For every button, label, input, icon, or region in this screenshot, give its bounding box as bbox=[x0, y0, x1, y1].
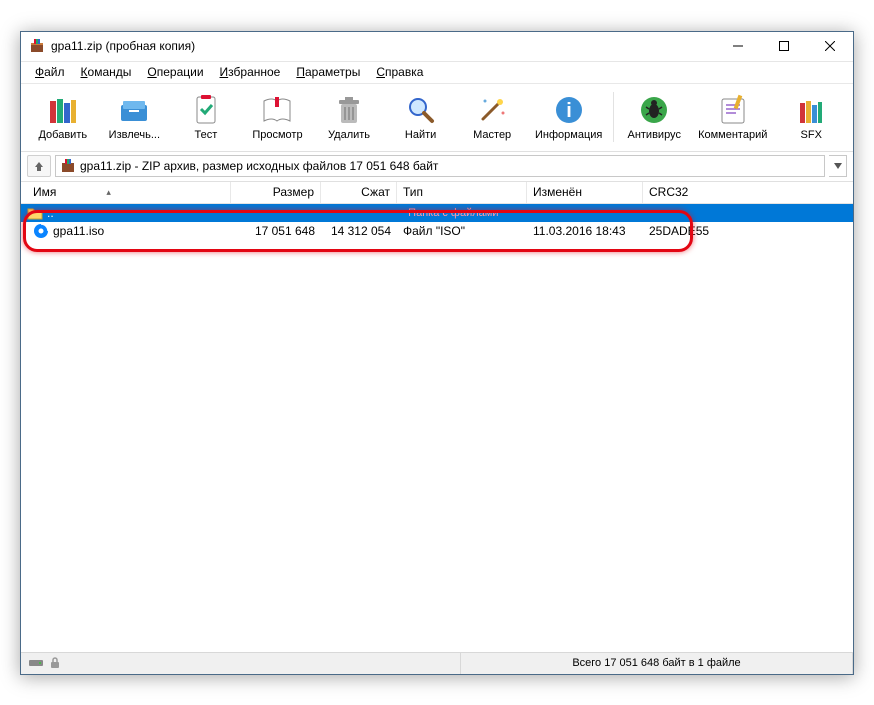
menu-operations-label: перации bbox=[157, 65, 204, 79]
status-left bbox=[21, 653, 461, 674]
info-label: Информация bbox=[535, 129, 602, 141]
menu-help[interactable]: Справка bbox=[368, 63, 431, 81]
folder-up-icon bbox=[27, 205, 43, 221]
find-label: Найти bbox=[405, 129, 436, 141]
list-header: Имя ▴ Размер Сжат Тип Изменён CRC32 bbox=[21, 182, 853, 204]
file-packed: 14 312 054 bbox=[331, 224, 391, 238]
svg-text:i: i bbox=[566, 100, 572, 122]
address-text: gpa11.zip - ZIP архив, размер исходных ф… bbox=[80, 159, 438, 173]
menu-commands[interactable]: Команды bbox=[73, 63, 140, 81]
parent-folder-label: Папка с файлами bbox=[54, 207, 853, 219]
books-stack-icon bbox=[46, 93, 80, 127]
books-sfx-icon bbox=[794, 93, 828, 127]
menu-parameters[interactable]: Параметры bbox=[288, 63, 368, 81]
sfx-button[interactable]: SFX bbox=[775, 86, 847, 148]
find-button[interactable]: Найти bbox=[385, 86, 457, 148]
sfx-label: SFX bbox=[801, 129, 822, 141]
chevron-down-icon bbox=[834, 163, 842, 169]
file-list[interactable]: .. Папка с файлами gpa11.iso 17 051 648 … bbox=[21, 204, 853, 652]
drawer-icon bbox=[117, 93, 151, 127]
status-total: Всего 17 051 648 байт в 1 файле bbox=[461, 653, 853, 674]
up-button[interactable] bbox=[27, 155, 51, 177]
info-button[interactable]: i Информация bbox=[528, 86, 610, 148]
app-window: gpa11.zip (пробная копия) Файл Команды О… bbox=[20, 31, 854, 675]
iso-file-icon bbox=[33, 223, 49, 239]
address-field[interactable]: gpa11.zip - ZIP архив, размер исходных ф… bbox=[55, 155, 825, 177]
file-crc: 25DADE55 bbox=[649, 224, 709, 238]
drive-icon bbox=[29, 658, 45, 668]
comment-button[interactable]: Комментарий bbox=[690, 86, 775, 148]
file-type: Файл "ISO" bbox=[403, 224, 465, 238]
view-button[interactable]: Просмотр bbox=[242, 86, 314, 148]
close-button[interactable] bbox=[807, 32, 853, 61]
address-dropdown[interactable] bbox=[829, 155, 847, 177]
column-crc[interactable]: CRC32 bbox=[643, 182, 713, 203]
titlebar: gpa11.zip (пробная копия) bbox=[21, 32, 853, 62]
arrow-up-icon bbox=[33, 160, 45, 172]
menu-file[interactable]: Файл bbox=[27, 63, 73, 81]
delete-label: Удалить bbox=[328, 129, 370, 141]
wizard-label: Мастер bbox=[473, 129, 511, 141]
wand-icon bbox=[475, 93, 509, 127]
antivirus-label: Антивирус bbox=[627, 129, 680, 141]
file-name: gpa11.iso bbox=[53, 224, 104, 238]
column-size[interactable]: Размер bbox=[231, 182, 321, 203]
menu-operations[interactable]: Операции bbox=[139, 63, 211, 81]
view-label: Просмотр bbox=[252, 129, 302, 141]
extract-label: Извлечь... bbox=[109, 129, 160, 141]
menu-favorites[interactable]: Избранное bbox=[212, 63, 289, 81]
menu-file-label: айл bbox=[44, 65, 64, 79]
column-modified[interactable]: Изменён bbox=[527, 182, 643, 203]
antivirus-button[interactable]: Антивирус bbox=[618, 86, 690, 148]
maximize-button[interactable] bbox=[761, 32, 807, 61]
parent-dots: .. bbox=[47, 206, 54, 220]
file-modified: 11.03.2016 18:43 bbox=[533, 224, 626, 238]
archive-icon bbox=[60, 158, 76, 174]
statusbar: Всего 17 051 648 байт в 1 файле bbox=[21, 652, 853, 674]
add-label: Добавить bbox=[38, 129, 87, 141]
toolbar: Добавить Извлечь... Тест Просмотр Удалит… bbox=[21, 84, 853, 152]
bug-icon bbox=[637, 93, 671, 127]
notepad-icon bbox=[716, 93, 750, 127]
file-size: 17 051 648 bbox=[255, 224, 315, 238]
comment-label: Комментарий bbox=[698, 129, 767, 141]
extract-button[interactable]: Извлечь... bbox=[99, 86, 171, 148]
menubar: Файл Команды Операции Избранное Параметр… bbox=[21, 62, 853, 84]
clipboard-check-icon bbox=[189, 93, 223, 127]
sort-indicator-icon: ▴ bbox=[106, 187, 111, 198]
toolbar-separator bbox=[613, 92, 614, 142]
info-icon: i bbox=[552, 93, 586, 127]
app-icon bbox=[29, 38, 45, 54]
trash-icon bbox=[332, 93, 366, 127]
addressbar: gpa11.zip - ZIP архив, размер исходных ф… bbox=[21, 152, 853, 182]
wizard-button[interactable]: Мастер bbox=[456, 86, 528, 148]
lock-icon bbox=[49, 657, 61, 669]
delete-button[interactable]: Удалить bbox=[313, 86, 385, 148]
table-row[interactable]: gpa11.iso 17 051 648 14 312 054 Файл "IS… bbox=[21, 222, 853, 240]
column-type[interactable]: Тип bbox=[397, 182, 527, 203]
menu-commands-label: оманды bbox=[88, 65, 132, 79]
minimize-button[interactable] bbox=[715, 32, 761, 61]
window-title: gpa11.zip (пробная копия) bbox=[51, 39, 715, 53]
test-button[interactable]: Тест bbox=[170, 86, 242, 148]
add-button[interactable]: Добавить bbox=[27, 86, 99, 148]
menu-help-label: правка bbox=[385, 65, 423, 79]
window-controls bbox=[715, 32, 853, 61]
parent-folder-row[interactable]: .. Папка с файлами bbox=[21, 204, 853, 222]
book-open-icon bbox=[260, 93, 294, 127]
menu-favorites-label: збранное bbox=[228, 65, 280, 79]
column-packed[interactable]: Сжат bbox=[321, 182, 397, 203]
column-name[interactable]: Имя ▴ bbox=[27, 182, 231, 203]
magnifier-icon bbox=[404, 93, 438, 127]
test-label: Тест bbox=[195, 129, 218, 141]
menu-parameters-label: араметры bbox=[305, 65, 360, 79]
